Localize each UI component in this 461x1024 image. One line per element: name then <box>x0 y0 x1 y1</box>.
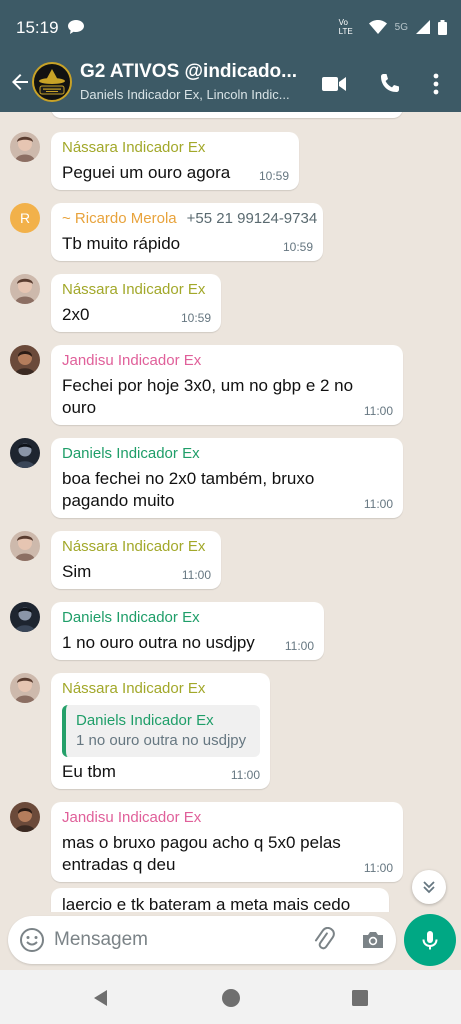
chat-notification-icon <box>68 20 84 34</box>
voice-call-icon[interactable] <box>375 70 403 98</box>
message-time: 11:00 <box>363 497 393 511</box>
message-text-line: entradas q deu <box>62 855 176 874</box>
message-time: 11:00 <box>181 568 211 582</box>
message-sender: Nássara Indicador Ex <box>62 538 206 555</box>
nav-recents-icon[interactable] <box>349 987 371 1009</box>
chat-title[interactable]: G2 ATIVOS @indicado... <box>80 61 305 83</box>
message-time: 11:00 <box>230 768 260 782</box>
message-bubble[interactable]: Nássara Indicador Ex Sim 11:00 <box>51 531 221 589</box>
status-indicators: Vo LTE 5G <box>339 18 447 36</box>
message-input[interactable] <box>54 926 284 954</box>
message-text-line: boa fechei no 2x0 também, bruxo <box>62 469 315 488</box>
message-text: Tb muito rápido <box>62 234 181 253</box>
battery-icon <box>438 19 447 35</box>
message-bubble-partial[interactable] <box>51 112 403 118</box>
emoji-icon[interactable] <box>19 927 45 953</box>
message-time: 10:59 <box>180 311 211 325</box>
more-options-icon[interactable] <box>422 70 450 98</box>
double-chevron-down-icon <box>423 881 435 894</box>
message-text: laercio e tk bateram a meta mais cedo <box>62 895 351 912</box>
message-list[interactable]: Nássara Indicador Ex Peguei um ouro agor… <box>0 112 461 912</box>
avatar-jandisu[interactable] <box>10 345 40 375</box>
message-sender: Daniels Indicador Ex <box>62 609 200 626</box>
avatar-ricardo[interactable]: R <box>10 203 40 233</box>
message-bubble[interactable]: ~ Ricardo Merola +55 21 99124-9734 Tb mui… <box>51 203 323 261</box>
message-bubble[interactable]: Daniels Indicador Ex boa fechei no 2x0 t… <box>51 438 403 518</box>
message-bubble[interactable]: Daniels Indicador Ex 1 no ouro outra no … <box>51 602 324 660</box>
network-type-label: 5G <box>394 21 408 33</box>
message-bubble[interactable]: Jandisu Indicador Ex Fechei por hoje 3x0… <box>51 345 403 425</box>
message-bubble[interactable]: laercio e tk bateram a meta mais cedo <box>51 888 389 912</box>
avatar-nassara[interactable] <box>10 673 40 703</box>
message-time: 10:59 <box>282 240 313 254</box>
avatar-nassara[interactable] <box>10 132 40 162</box>
microphone-icon <box>422 931 438 950</box>
system-navigation-bar <box>0 970 461 1024</box>
nav-home-icon[interactable] <box>220 987 242 1009</box>
bruxo-logo-icon <box>39 69 65 95</box>
quoted-text: 1 no ouro outra no usdjpy <box>76 732 247 749</box>
avatar-nassara[interactable] <box>10 531 40 561</box>
message-text: Peguei um ouro agora <box>62 163 231 182</box>
message-text: 1 no ouro outra no usdjpy <box>62 633 255 652</box>
message-sender: Daniels Indicador Ex <box>62 445 200 462</box>
message-bubble[interactable]: Nássara Indicador Ex Daniels Indicador E… <box>51 673 270 789</box>
message-time: 10:59 <box>258 169 289 183</box>
status-time: 15:19 <box>16 18 59 37</box>
avatar-jandisu[interactable] <box>10 802 40 832</box>
avatar-daniels[interactable] <box>10 438 40 468</box>
status-bar: 15:19 Vo LTE 5G <box>0 0 461 56</box>
message-time: 11:00 <box>284 639 314 653</box>
chat-header: G2 ATIVOS @indicado... Daniels Indicador… <box>0 56 461 112</box>
avatar-nassara[interactable] <box>10 274 40 304</box>
message-bubble[interactable]: Jandisu Indicador Ex mas o bruxo pagou a… <box>51 802 403 882</box>
volte-label: Vo LTE <box>338 18 353 36</box>
message-text-line: ouro <box>62 398 97 417</box>
message-sender: ~ Ricardo Merola <box>62 210 177 227</box>
message-bubble[interactable]: Nássara Indicador Ex 2x0 10:59 <box>51 274 221 332</box>
back-arrow-icon[interactable] <box>8 70 32 94</box>
nav-back-icon[interactable] <box>90 987 112 1009</box>
message-sender: Nássara Indicador Ex <box>62 139 206 156</box>
scroll-to-bottom-button[interactable] <box>412 870 446 904</box>
quoted-message[interactable]: Daniels Indicador Ex 1 no ouro outra no … <box>62 705 260 757</box>
message-sender: Nássara Indicador Ex <box>62 281 206 298</box>
message-sender: Jandisu Indicador Ex <box>62 352 202 369</box>
voice-message-button[interactable] <box>404 914 456 966</box>
signal-icon <box>416 20 430 34</box>
message-composer <box>8 916 396 964</box>
message-text-line: pagando muito <box>62 491 175 510</box>
message-text-line: mas o bruxo pagou acho q 5x0 pelas <box>62 833 341 852</box>
message-bubble[interactable]: Nássara Indicador Ex Peguei um ouro agor… <box>51 132 299 190</box>
message-sender: Nássara Indicador Ex <box>62 680 206 697</box>
avatar-daniels[interactable] <box>10 602 40 632</box>
avatar-letter: R <box>19 210 31 226</box>
camera-icon[interactable] <box>360 927 386 953</box>
message-sender: Jandisu Indicador Ex <box>62 809 202 826</box>
message-time: 11:00 <box>363 404 393 418</box>
chat-participants[interactable]: Daniels Indicador Ex, Lincoln Indic... <box>80 87 305 102</box>
quoted-sender: Daniels Indicador Ex <box>76 712 214 729</box>
message-text-line: Fechei por hoje 3x0, um no gbp e 2 no <box>62 376 354 395</box>
message-time: 11:00 <box>363 861 393 875</box>
video-call-icon[interactable] <box>320 70 348 98</box>
sender-phone: +55 21 99124-9734 <box>186 210 318 227</box>
group-avatar[interactable] <box>32 62 72 102</box>
attach-icon[interactable] <box>311 927 337 953</box>
wifi-icon <box>368 20 387 34</box>
